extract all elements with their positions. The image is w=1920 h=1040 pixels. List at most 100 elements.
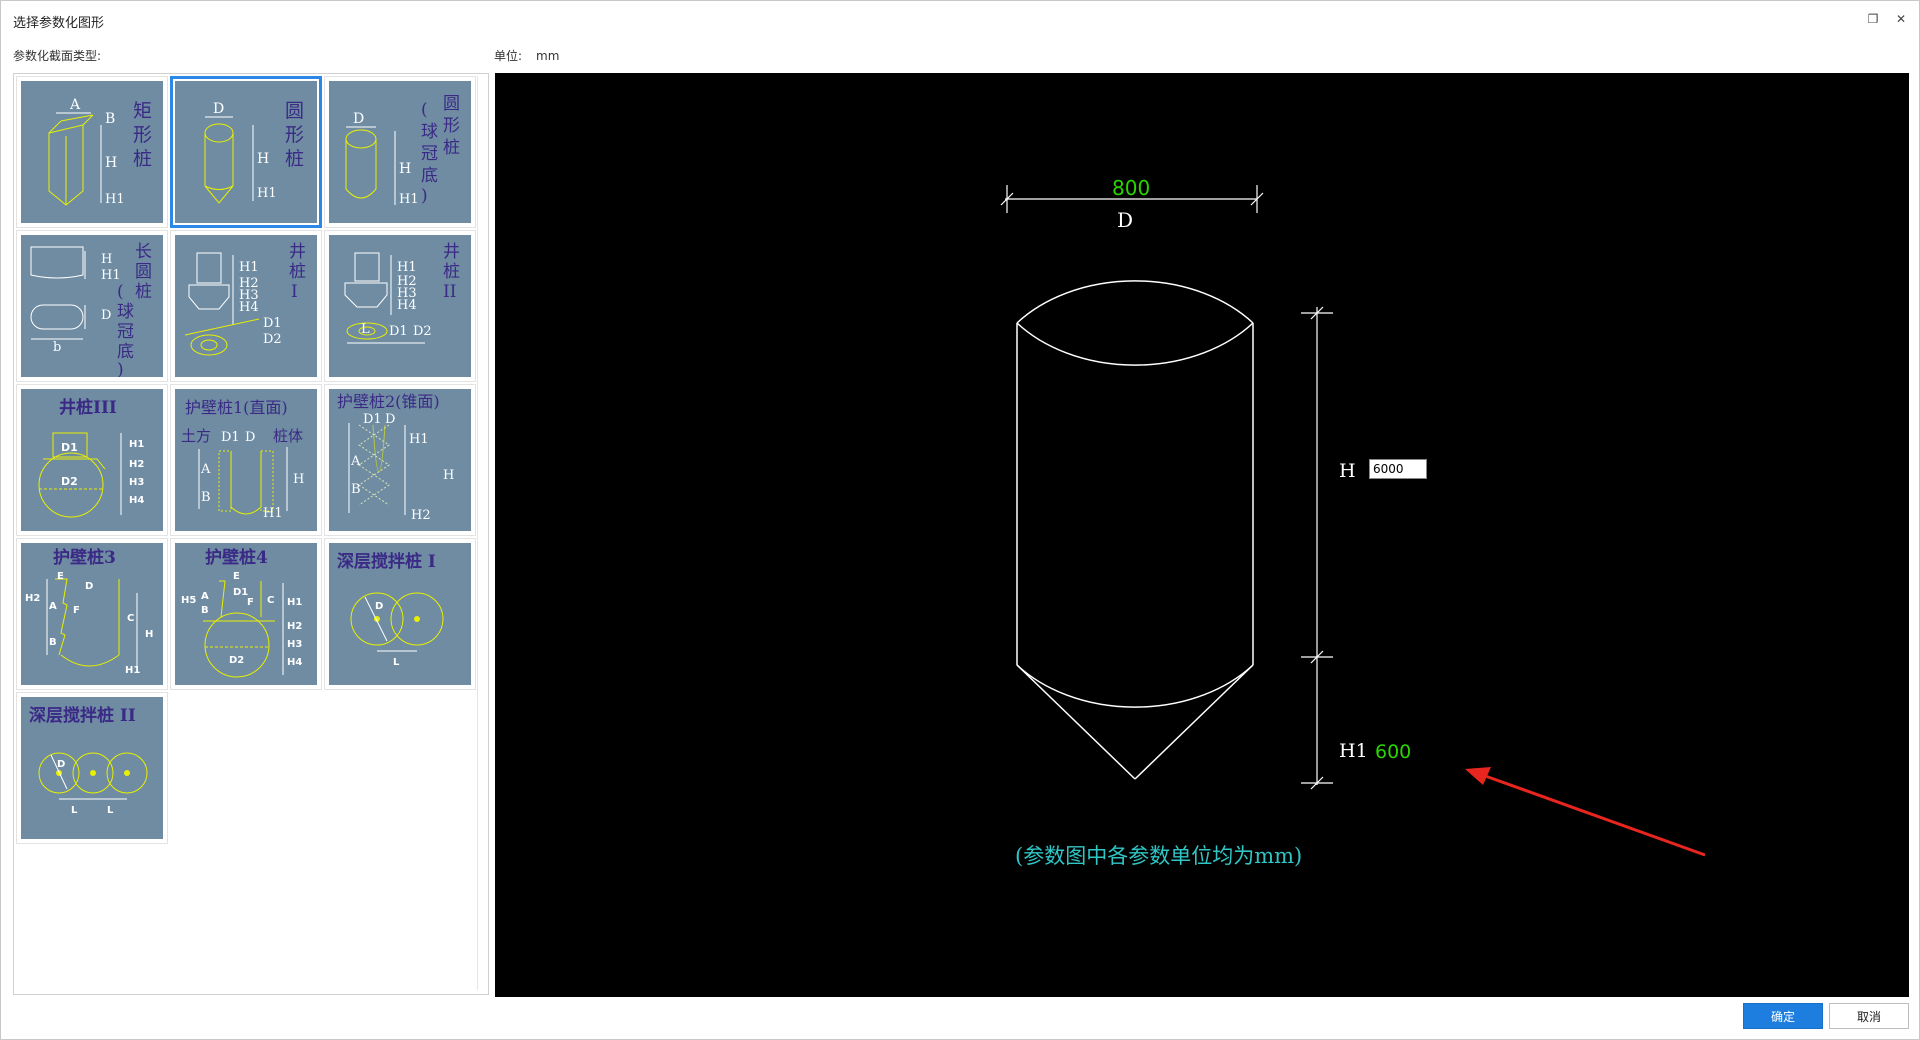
tile-text: H (145, 629, 153, 640)
pile-outline (1016, 280, 1254, 780)
tile-wall-pile-4[interactable]: 护壁桩4 E D1 H5 A B F C H1 H2 H3 H4 D2 (170, 538, 322, 690)
dialog-window: 选择参数化图形 ❐ ✕ 参数化截面类型: 单位: mm A B H H1 矩 形… (0, 0, 1920, 1040)
tile-text: H (101, 252, 112, 267)
tile-text: D (85, 581, 93, 592)
tile-title-char: 形 (443, 116, 460, 136)
tile-long-round-pile[interactable]: H H1 D b 长 圆 桩 ( 球 冠 底 ) (16, 230, 168, 382)
tile-title-char: 球 (117, 302, 134, 322)
cancel-button[interactable]: 取消 (1829, 1003, 1909, 1029)
unit-label: 单位: (494, 49, 523, 63)
dialog-title: 选择参数化图形 (13, 16, 105, 31)
tile-title-char: 圆 (443, 94, 460, 114)
tile-text: 桩体 (273, 427, 303, 445)
h-label-text: H (1339, 460, 1356, 482)
tile-text: B (201, 490, 211, 505)
wall-pile-3-diagram: 护壁桩3 E D H2 A F B C H H1 (21, 543, 163, 685)
tile-text: H (443, 468, 454, 483)
tile-list-scrollbar[interactable] (477, 76, 486, 990)
restore-icon[interactable]: ❐ (1863, 9, 1883, 29)
long-round-pile-diagram: H H1 D b 长 圆 桩 ( 球 冠 底 ) (21, 235, 163, 377)
tile-wall-pile-2[interactable]: 护壁桩2(锥面) D1 D H1 A B H H2 (324, 384, 476, 536)
deep-mix-1-diagram: 深层搅拌桩 I D L (329, 543, 471, 685)
round-pile-diagram: D H H1 圆 形 桩 (175, 81, 317, 223)
tile-text: H5 (181, 595, 196, 606)
tile-text: D (101, 308, 111, 323)
tile-title: 井桩III (59, 397, 117, 418)
tile-wall-pile-3[interactable]: 护壁桩3 E D H2 A F B C H H1 (16, 538, 168, 690)
tile-text: L (361, 322, 370, 337)
preview-drawing: 800 D H H1 600 (参数图中各参数单位均为mm) (1000, 176, 1706, 868)
tile-title-char: 桩 (285, 148, 304, 170)
wall-pile-1-diagram: 护壁桩1(直面) 土方 D1 D 桩体 A B H H1 (175, 389, 317, 531)
tile-text: H (105, 155, 117, 171)
tile-text: H1 (239, 260, 259, 275)
tile-title-char: 桩 (443, 138, 460, 158)
tile-text: H1 (263, 506, 283, 521)
tile-text: A (49, 601, 57, 612)
well-pile-1-diagram: H1 H2 H3 H4 D1 D2 井 桩 I (175, 235, 317, 377)
tile-text: H4 (239, 300, 259, 315)
tile-title-char: 桩 (443, 262, 460, 282)
tile-text: H1 (125, 665, 140, 676)
tile-title-char: ( (421, 100, 428, 120)
tile-text: D (385, 412, 395, 427)
d-value-text: 800 (1112, 176, 1150, 200)
tile-wall-pile-1[interactable]: 护壁桩1(直面) 土方 D1 D 桩体 A B H H1 (170, 384, 322, 536)
tile-text: A (350, 454, 361, 469)
tile-text: C (127, 613, 134, 624)
ok-button[interactable]: 确定 (1743, 1003, 1823, 1029)
tile-text: B (105, 111, 115, 127)
tile-text: H1 (101, 268, 121, 283)
tile-text: H (257, 151, 269, 167)
tile-round-pile[interactable]: D H H1 圆 形 桩 (170, 76, 322, 228)
tile-title-char: 井 (443, 242, 460, 262)
tile-text: H3 (287, 639, 302, 650)
unit-label-group: 单位: mm (494, 47, 559, 64)
tile-rect-pile[interactable]: A B H H1 矩 形 桩 (16, 76, 168, 228)
tile-text: B (351, 482, 361, 497)
tile-text: D (57, 759, 65, 770)
wall-pile-4-diagram: 护壁桩4 E D1 H5 A B F C H1 H2 H3 H4 D2 (175, 543, 317, 685)
tile-text: A (69, 97, 81, 113)
tile-well-pile-1[interactable]: H1 H2 H3 H4 D1 D2 井 桩 I (170, 230, 322, 382)
tile-title-char: 圆 (285, 100, 304, 122)
tile-title-char: 球 (421, 122, 438, 142)
tile-text: H2 (25, 593, 40, 604)
tile-deep-mix-1[interactable]: 深层搅拌桩 I D L (324, 538, 476, 690)
tile-title: 护壁桩1(直面) (185, 398, 288, 417)
tile-text: D (213, 101, 224, 117)
tile-text: B (201, 605, 209, 616)
tile-title: 护壁桩2(锥面) (337, 392, 440, 411)
tile-text: C (267, 595, 274, 606)
tile-title-char: ( (117, 282, 124, 302)
h-value-input[interactable] (1369, 459, 1427, 479)
section-type-list: A B H H1 矩 形 桩 D H H1 圆 形 桩 D H H1 圆 形 桩… (13, 73, 489, 995)
tile-text: D2 (61, 475, 78, 488)
close-icon[interactable]: ✕ (1891, 9, 1911, 29)
wall-pile-2-diagram: 护壁桩2(锥面) D1 D H1 A B H H2 (329, 389, 471, 531)
tile-title-char: 桩 (289, 262, 306, 282)
tile-title-char: 矩 (133, 100, 152, 122)
tile-text: b (53, 340, 61, 355)
tile-text: D2 (229, 655, 244, 666)
tile-text: D (245, 430, 255, 445)
tile-title: 深层搅拌桩 II (29, 705, 136, 726)
tile-text: D1 (233, 587, 248, 598)
tile-text: D1 (389, 324, 408, 339)
tile-text: H1 (399, 192, 419, 207)
tile-title-char: I (291, 282, 298, 302)
tile-title: 深层搅拌桩 I (337, 551, 436, 572)
tile-text: D (353, 111, 364, 127)
tile-title: 护壁桩3 (53, 547, 116, 568)
tile-well-pile-2[interactable]: H1 H2 H3 H4 L D1 D2 井 桩 II (324, 230, 476, 382)
tile-title-char: 井 (289, 242, 306, 262)
tile-well-pile-3[interactable]: 井桩III D1 D2 H1 H2 H3 H4 (16, 384, 168, 536)
tile-text: L (393, 657, 400, 668)
tile-deep-mix-2[interactable]: 深层搅拌桩 II D L L (16, 692, 168, 844)
tile-round-pile-dome[interactable]: D H H1 圆 形 桩 ( 球 冠 底 ) (324, 76, 476, 228)
tile-text: D1 (363, 412, 382, 427)
tile-text: L (107, 805, 114, 816)
tile-text: 土方 (181, 427, 211, 445)
tile-title-char: 底 (117, 342, 134, 362)
tile-text: H1 (287, 597, 302, 608)
